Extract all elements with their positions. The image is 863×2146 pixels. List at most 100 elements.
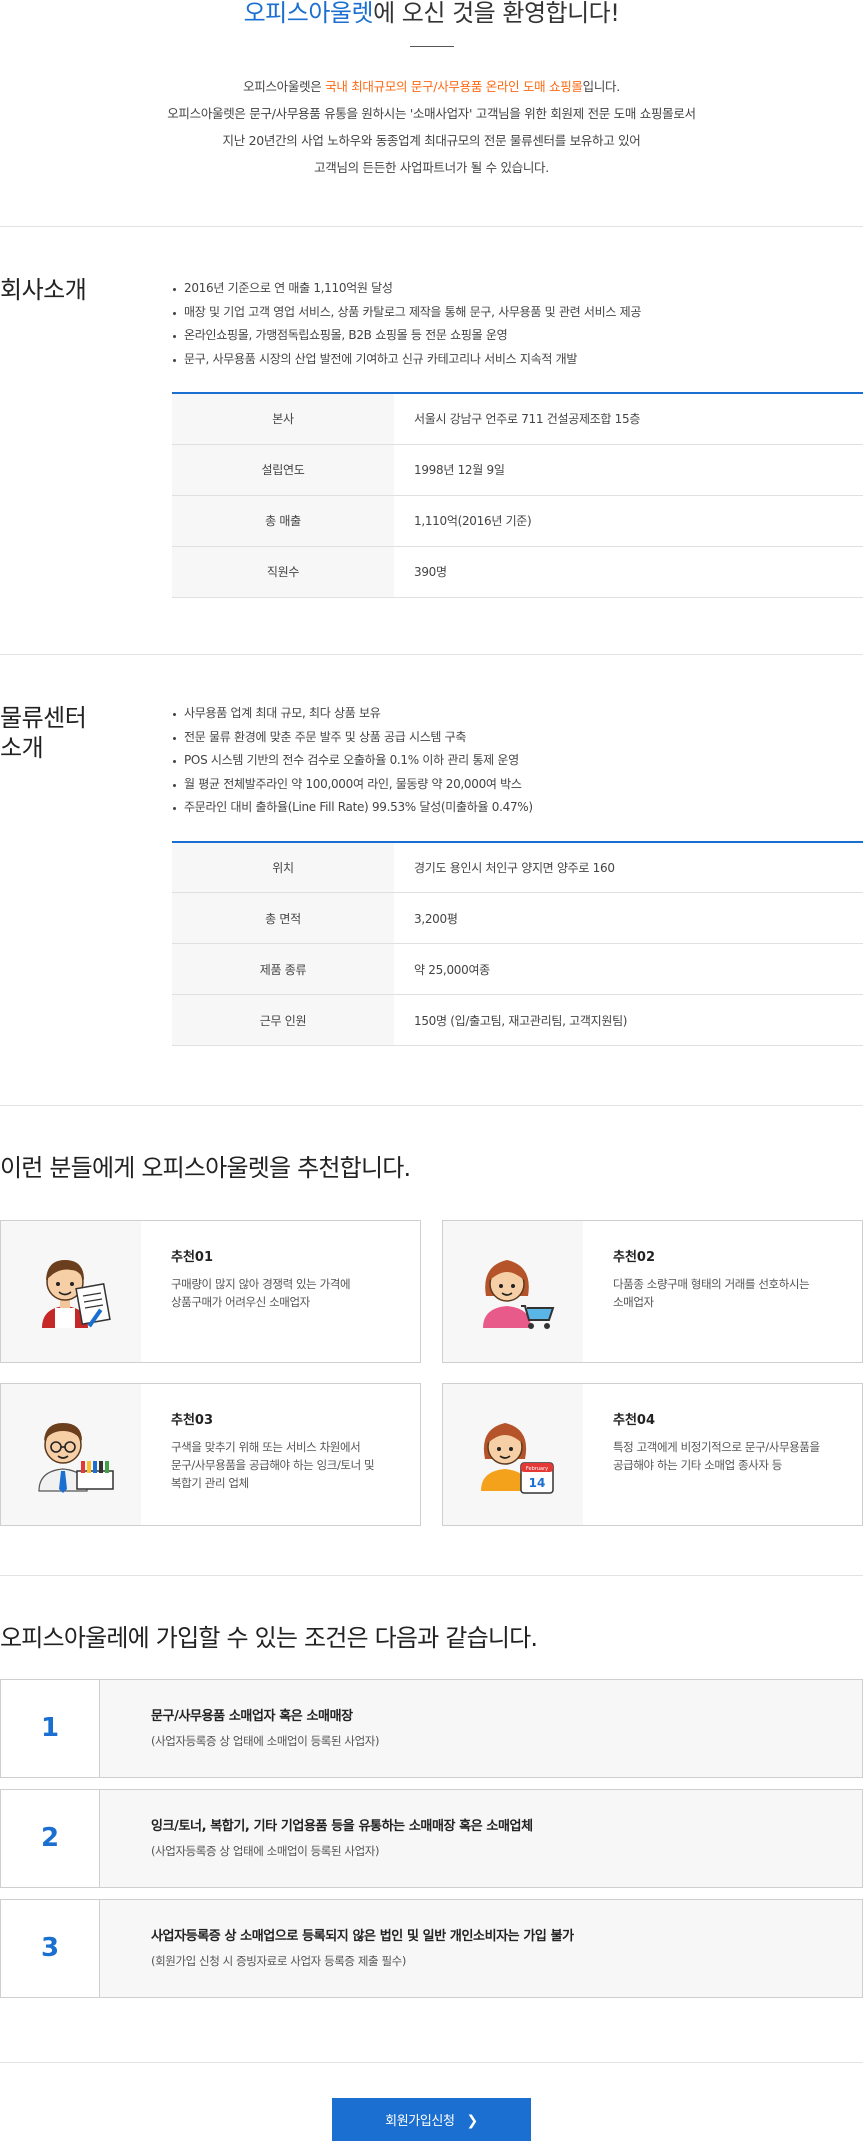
recommend-section: 이런 분들에게 오피스아울렛을 추천합니다. 추천01 구매량이 많지 않아 경… bbox=[0, 1106, 863, 1576]
condition-number: 3 bbox=[1, 1900, 100, 1997]
logistics-title-line1: 물류센터 bbox=[0, 704, 87, 732]
join-conditions-section: 오피스아울레에 가입할 수 있는 조건은 다음과 같습니다. 1 문구/사무용품… bbox=[0, 1576, 863, 2063]
card-content: 추천03 구색을 맞추기 위해 또는 서비스 차원에서문구/사무용품을 공급해야… bbox=[171, 1412, 411, 1492]
recommend-card-02: 추천02 다품종 소량구매 형태의 거래를 선호하시는소매업자 bbox=[442, 1220, 863, 1363]
card-desc-line: 소매업자 bbox=[613, 1295, 654, 1309]
logistics-info-table: 위치 경기도 용인시 처인구 양지면 양주로 160 총 면적 3,200평 제품 … bbox=[172, 840, 863, 1046]
condition-sub: (사업자등록증 상 업태에 소매업이 등록된 사업자) bbox=[151, 1734, 380, 1748]
title-divider bbox=[409, 46, 454, 47]
table-key: 설립연도 bbox=[172, 444, 394, 496]
intro-line3: 지난 20년간의 사업 노하우와 동종업계 최대규모의 전문 물류센터를 보유하… bbox=[222, 133, 641, 148]
card-desc: 다품종 소량구매 형태의 거래를 선호하시는소매업자 bbox=[613, 1275, 853, 1311]
intro-line4: 고객님의 든든한 사업파트너가 될 수 있습니다. bbox=[314, 160, 549, 175]
table-row: 위치 경기도 용인시 처인구 양지면 양주로 160 bbox=[172, 841, 863, 893]
calendar-month: February bbox=[526, 1466, 548, 1472]
list-item: 문구, 사무용품 시장의 산업 발전에 기여하고 신규 카테고리나 서비스 지속… bbox=[172, 348, 863, 372]
list-item: POS 시스템 기반의 전수 검수로 오출하율 0.1% 이하 관리 통제 운영 bbox=[172, 749, 863, 773]
table-key: 직원수 bbox=[172, 546, 394, 598]
table-value: 390명 bbox=[394, 546, 863, 598]
table-key: 제품 종류 bbox=[172, 943, 394, 995]
man-printer-icon bbox=[38, 1423, 114, 1493]
table-key: 본사 bbox=[172, 393, 394, 445]
intro-line1-pre: 오피스아울렛은 bbox=[243, 79, 326, 94]
list-item: 2016년 기준으로 연 매출 1,110억원 달성 bbox=[172, 277, 863, 301]
logistics-center-title: 물류센터 소개 bbox=[0, 703, 87, 763]
intro-line1-post: 입니다. bbox=[582, 79, 621, 94]
card-desc-line: 공급해야 하는 기타 소매업 종사자 등 bbox=[613, 1458, 782, 1472]
recommend-card-04: February 14 추천04 특정 고객에게 비정기적으로 문구/사무용품을… bbox=[442, 1383, 863, 1526]
logistics-center-section: 물류센터 소개 사무용품 업계 최대 규모, 최다 상품 보유 전문 물류 환경에… bbox=[0, 655, 863, 1106]
condition-text: 사업자등록증 상 소매업으로 등록되지 않은 법인 및 일반 개인소비자는 가입… bbox=[151, 1927, 574, 1971]
card-image bbox=[443, 1221, 583, 1362]
card-title: 추천02 bbox=[613, 1250, 656, 1265]
welcome-title: 오피스아울렛에 오신 것을 환영합니다! bbox=[0, 0, 863, 28]
recommend-card-01: 추천01 구매량이 많지 않아 경쟁력 있는 가격에 상품구매가 어려우신 소매업… bbox=[0, 1220, 421, 1363]
company-title: 회사소개 bbox=[0, 276, 87, 304]
recommend-card-03: 추천03 구색을 맞추기 위해 또는 서비스 차원에서문구/사무용품을 공급해야… bbox=[0, 1383, 421, 1526]
welcome-intro: 오피스아울렛은 국내 최대규모의 문구/사무용품 온라인 도매 쇼핑몰입니다. … bbox=[0, 73, 863, 181]
table-row: 직원수 390명 bbox=[172, 546, 863, 598]
join-button-label: 회원가입신청 bbox=[385, 2114, 455, 2129]
card-desc: 특정 고객에게 비정기적으로 문구/사무용품을공급해야 하는 기타 소매업 종사… bbox=[613, 1438, 853, 1474]
list-item: 온라인쇼핑몰, 가맹점독립쇼핑몰, B2B 쇼핑몰 등 전문 쇼핑몰 운영 bbox=[172, 324, 863, 348]
welcome-section: 오피스아울렛에 오신 것을 환영합니다! 오피스아울렛은 국내 최대규모의 문구… bbox=[0, 0, 863, 227]
table-key: 총 매출 bbox=[172, 495, 394, 547]
company-bullets: 2016년 기준으로 연 매출 1,110억원 달성 매장 및 기업 고객 영업… bbox=[172, 227, 863, 371]
card-desc-line: 다품종 소량구매 형태의 거래를 선호하시는 bbox=[613, 1277, 810, 1291]
list-item: 사무용품 업계 최대 규모, 최다 상품 보유 bbox=[172, 702, 863, 726]
table-row: 본사 서울시 강남구 언주로 711 건설공제조합 15층 bbox=[172, 393, 863, 445]
card-image: February 14 bbox=[443, 1384, 583, 1525]
card-title: 추천01 bbox=[171, 1250, 214, 1265]
woman-calendar-icon: February 14 bbox=[481, 1423, 554, 1494]
condition-sub: (회원가입 신청 시 증빙자료로 사업자 등록증 제출 필수) bbox=[151, 1954, 406, 1968]
table-value: 서울시 강남구 언주로 711 건설공제조합 15층 bbox=[394, 393, 863, 445]
condition-item: 3 사업자등록증 상 소매업으로 등록되지 않은 법인 및 일반 개인소비자는 … bbox=[0, 1899, 863, 1998]
condition-sub: (사업자등록증 상 업태에 소매업이 등록된 사업자) bbox=[151, 1844, 380, 1858]
card-desc-line: 문구/사무용품을 공급해야 하는 잉크/토너 및 bbox=[171, 1458, 375, 1472]
card-image bbox=[1, 1384, 141, 1525]
table-key: 근무 인원 bbox=[172, 994, 394, 1046]
table-value: 약 25,000여종 bbox=[394, 943, 863, 995]
recommend-title: 이런 분들에게 오피스아울렛을 추천합니다. bbox=[0, 1154, 411, 1182]
conditions-title: 오피스아울레에 가입할 수 있는 조건은 다음과 같습니다. bbox=[0, 1624, 538, 1652]
table-key: 위치 bbox=[172, 841, 394, 893]
condition-item: 2 잉크/토너, 복합기, 기타 기업용품 등을 유통하는 소매매장 혹은 소매… bbox=[0, 1789, 863, 1888]
condition-text: 잉크/토너, 복합기, 기타 기업용품 등을 유통하는 소매매장 혹은 소매업체… bbox=[151, 1817, 533, 1861]
table-value: 경기도 용인시 처인구 양지면 양주로 160 bbox=[394, 841, 863, 893]
card-desc-line: 복합기 관리 업체 bbox=[171, 1476, 249, 1490]
company-section: 회사소개 2016년 기준으로 연 매출 1,110억원 달성 매장 및 기업 … bbox=[0, 227, 863, 655]
card-content: 추천01 구매량이 많지 않아 경쟁력 있는 가격에 상품구매가 어려우신 소매업… bbox=[171, 1249, 411, 1311]
condition-main: 문구/사무용품 소매업자 혹은 소매매장 bbox=[151, 1709, 353, 1724]
join-apply-button[interactable]: 회원가입신청 ❯ bbox=[332, 2098, 531, 2141]
list-item: 주문라인 대비 출하율(Line Fill Rate) 99.53% 달성(미출… bbox=[172, 796, 863, 820]
list-item: 매장 및 기업 고객 영업 서비스, 상품 카탈로그 제작을 통해 문구, 사무… bbox=[172, 301, 863, 325]
card-desc-line: 특정 고객에게 비정기적으로 문구/사무용품을 bbox=[613, 1440, 820, 1454]
card-desc-line: 상품구매가 어려우신 소매업자 bbox=[171, 1295, 310, 1309]
card-title: 추천04 bbox=[613, 1413, 656, 1428]
card-image bbox=[1, 1221, 141, 1362]
table-value: 1998년 12월 9일 bbox=[394, 444, 863, 496]
condition-number: 2 bbox=[1, 1790, 100, 1887]
card-title: 추천03 bbox=[171, 1413, 214, 1428]
card-content: 추천02 다품종 소량구매 형태의 거래를 선호하시는소매업자 bbox=[613, 1249, 853, 1311]
table-row: 총 면적 3,200평 bbox=[172, 892, 863, 944]
shopkeeper-memo-icon bbox=[42, 1260, 111, 1328]
logistics-bullets: 사무용품 업계 최대 규모, 최다 상품 보유 전문 물류 환경에 맞춘 주문 … bbox=[172, 655, 863, 820]
table-key: 총 면적 bbox=[172, 892, 394, 944]
intro-line2: 오피스아울렛은 문구/사무용품 유통을 원하시는 '소매사업자' 고객님을 위한… bbox=[167, 106, 696, 121]
page: 오피스아울렛에 오신 것을 환영합니다! 오피스아울렛은 국내 최대규모의 문구… bbox=[0, 0, 863, 2146]
card-desc: 구색을 맞추기 위해 또는 서비스 차원에서문구/사무용품을 공급해야 하는 잉… bbox=[171, 1438, 411, 1492]
table-value: 1,110억(2016년 기준) bbox=[394, 495, 863, 547]
shopping-cart-woman-icon bbox=[483, 1260, 555, 1329]
table-row: 근무 인원 150명 (입/출고팀, 재고관리팀, 고객지원팀) bbox=[172, 994, 863, 1046]
table-value: 150명 (입/출고팀, 재고관리팀, 고객지원팀) bbox=[394, 994, 863, 1046]
card-desc-line: 구색을 맞추기 위해 또는 서비스 차원에서 bbox=[171, 1440, 361, 1454]
card-desc: 구매량이 많지 않아 경쟁력 있는 가격에 상품구매가 어려우신 소매업자 bbox=[171, 1275, 411, 1311]
welcome-title-brand: 오피스아울렛 bbox=[243, 0, 374, 27]
table-row: 설립연도 1998년 12월 9일 bbox=[172, 444, 863, 496]
condition-item: 1 문구/사무용품 소매업자 혹은 소매매장 (사업자등록증 상 업태에 소매업… bbox=[0, 1679, 863, 1778]
condition-number: 1 bbox=[1, 1680, 100, 1777]
condition-main: 사업자등록증 상 소매업으로 등록되지 않은 법인 및 일반 개인소비자는 가입… bbox=[151, 1929, 574, 1944]
condition-main: 잉크/토너, 복합기, 기타 기업용품 등을 유통하는 소매매장 혹은 소매업체 bbox=[151, 1819, 533, 1834]
company-info-table: 본사 서울시 강남구 언주로 711 건설공제조합 15층 설립연도 1998년 1… bbox=[172, 392, 863, 598]
